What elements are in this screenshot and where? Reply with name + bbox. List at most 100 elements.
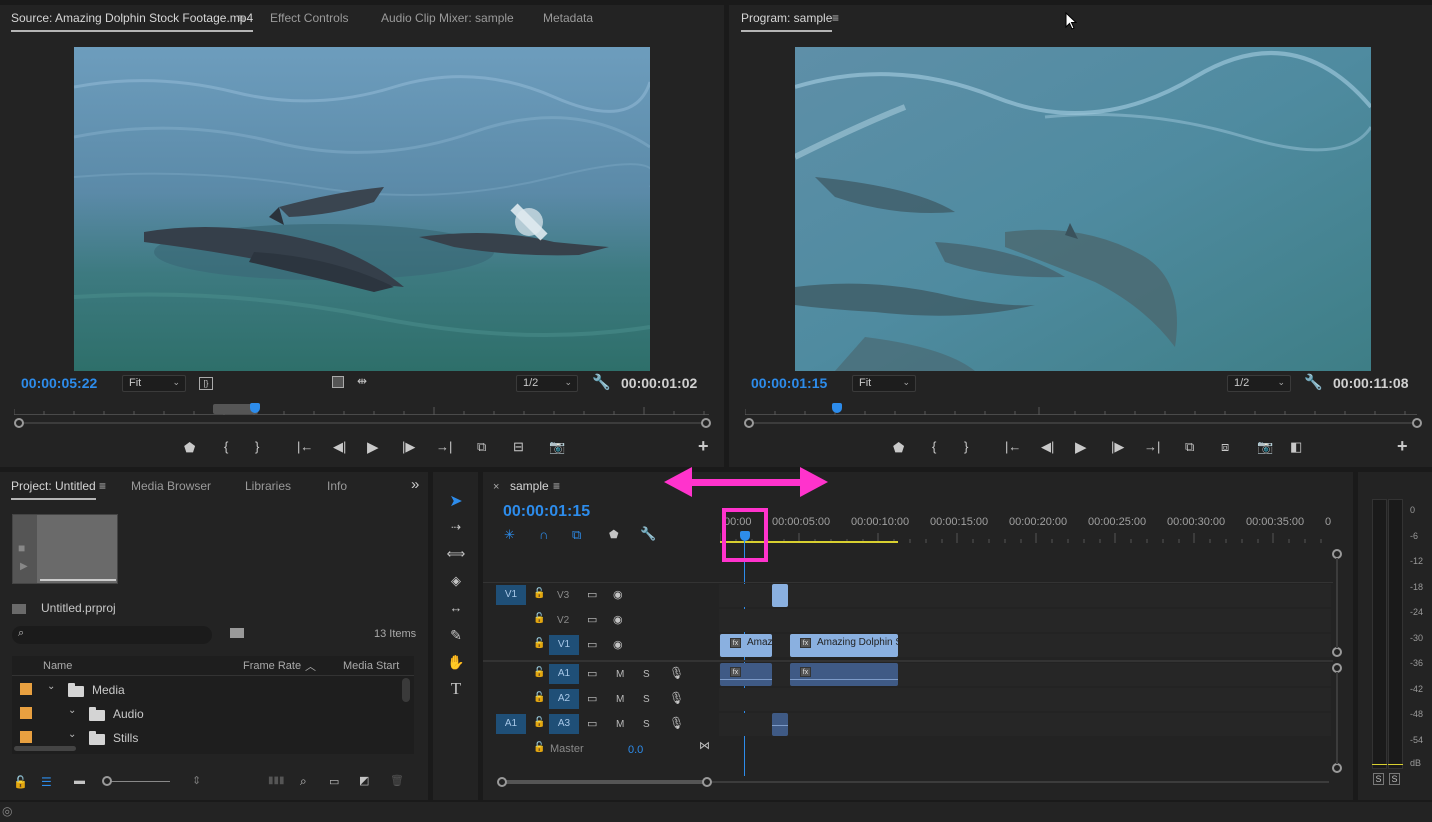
export-frame-icon[interactable]: [} — [199, 377, 213, 390]
mute-button[interactable]: M — [616, 669, 624, 680]
new-bin-icon[interactable]: ▭ — [329, 775, 339, 788]
audio-scrollbar[interactable] — [1336, 672, 1338, 764]
drag-video-icon[interactable]: ⇹ — [357, 374, 367, 388]
plus-icon[interactable]: + — [698, 436, 709, 457]
audio-zoom-handle-bottom[interactable] — [1332, 763, 1342, 773]
slip-tool-icon[interactable]: ↔ — [446, 600, 466, 615]
source-timecode[interactable]: 00:00:05:22 — [21, 375, 97, 391]
camera-icon[interactable]: 📷 — [1257, 439, 1273, 455]
master-volume[interactable]: 0.0 — [628, 744, 643, 756]
audio-clip-a3[interactable] — [772, 713, 788, 736]
video-clip-v1-short[interactable]: fx Amaz — [720, 634, 772, 657]
pen-tool-icon[interactable]: ✎ — [446, 627, 466, 644]
step-forward-icon[interactable]: |▶ — [402, 439, 415, 455]
solo-button[interactable]: S — [643, 694, 650, 705]
program-timecode[interactable]: 00:00:01:15 — [751, 375, 827, 391]
tab-source[interactable]: Source: Amazing Dolphin Stock Footage.mp… — [11, 11, 254, 32]
list-item[interactable]: ⌄ Stills — [12, 726, 414, 748]
mute-button[interactable]: M — [616, 719, 624, 730]
step-back-icon[interactable]: ◀| — [1041, 439, 1054, 455]
track-target-a1[interactable]: A1 — [549, 664, 579, 684]
sync-lock-icon[interactable]: ▭ — [587, 588, 597, 601]
mute-button[interactable]: M — [616, 694, 624, 705]
new-item-icon[interactable]: ◩ — [359, 774, 369, 787]
extract-icon[interactable]: ⧈ — [1221, 439, 1229, 455]
solo-left-button[interactable]: S — [1373, 773, 1384, 785]
automate-to-sequence-icon[interactable]: ▮▮▮ — [268, 775, 285, 786]
comparison-view-icon[interactable]: ◧ — [1290, 439, 1302, 455]
go-to-out-icon[interactable]: →| — [436, 439, 452, 454]
find-icon[interactable]: ⌕ — [300, 774, 307, 789]
play-icon[interactable]: ▶ — [367, 438, 379, 456]
horizontal-scrollbar[interactable] — [14, 746, 76, 751]
zoom-slider[interactable] — [106, 781, 170, 782]
mark-in-icon[interactable]: { — [224, 439, 228, 454]
mark-out-icon[interactable]: } — [255, 439, 259, 454]
lock-icon[interactable]: 🔓 — [533, 742, 545, 753]
track-name[interactable]: V2 — [557, 615, 569, 626]
menu-icon[interactable]: ≡ — [99, 479, 106, 493]
sync-lock-icon[interactable]: ▭ — [587, 717, 597, 730]
menu-icon[interactable]: ≡ — [553, 479, 560, 493]
tab-project[interactable]: Project: Untitled — [11, 479, 96, 500]
sync-lock-icon[interactable]: ▭ — [587, 613, 597, 626]
tab-audio-clip-mixer[interactable]: Audio Clip Mixer: sample — [381, 11, 514, 25]
lock-icon[interactable]: 🔓 — [533, 717, 545, 728]
go-to-out-icon[interactable]: →| — [1144, 439, 1160, 454]
label-color-swatch[interactable] — [20, 731, 32, 743]
lock-icon[interactable]: 🔓 — [533, 613, 545, 624]
source-time-ruler[interactable] — [14, 403, 709, 415]
track-target-v1[interactable]: V1 — [549, 635, 579, 655]
microphone-icon[interactable]: 🎙 — [669, 691, 684, 705]
eye-icon[interactable]: ◉ — [613, 613, 623, 626]
program-resolution-dropdown[interactable]: 1/2 ⌄ — [1227, 375, 1291, 392]
new-search-bin-icon[interactable] — [230, 628, 244, 638]
timeline-zoom-left-handle[interactable] — [497, 777, 507, 787]
track-target-a2[interactable]: A2 — [549, 689, 579, 709]
source-zoom-left-handle[interactable] — [14, 418, 24, 428]
timeline-zoom-right-handle[interactable] — [702, 777, 712, 787]
chevron-down-icon[interactable]: ⌄ — [68, 705, 76, 716]
tab-info[interactable]: Info — [327, 479, 347, 493]
column-header-frame-rate[interactable]: Frame Rate — [243, 660, 301, 672]
linked-selection-icon[interactable]: ⧉ — [572, 527, 581, 543]
snap-icon[interactable]: ∩ — [539, 527, 548, 542]
source-zoom-right-handle[interactable] — [701, 418, 711, 428]
type-tool-icon[interactable]: T — [446, 679, 466, 699]
settings-icon[interactable] — [332, 376, 344, 388]
hand-tool-icon[interactable]: ✋ — [446, 654, 466, 671]
tab-libraries[interactable]: Libraries — [245, 479, 291, 493]
microphone-icon[interactable]: 🎙 — [669, 666, 684, 680]
solo-right-button[interactable]: S — [1389, 773, 1400, 785]
label-color-swatch[interactable] — [20, 707, 32, 719]
source-patch-v1[interactable]: V1 — [496, 585, 526, 605]
timeline-timecode[interactable]: 00:00:01:15 — [503, 503, 590, 521]
list-view-icon[interactable]: ☰ — [41, 775, 52, 789]
timeline-zoom-range[interactable] — [503, 780, 707, 784]
source-resolution-dropdown[interactable]: 1/2 ⌄ — [516, 375, 578, 392]
track-name[interactable]: V3 — [557, 590, 569, 601]
sync-lock-icon[interactable]: ▭ — [587, 638, 597, 651]
video-zoom-handle-bottom[interactable] — [1332, 647, 1342, 657]
video-scrollbar[interactable] — [1336, 558, 1338, 648]
video-clip-v3[interactable] — [772, 584, 788, 607]
tab-program[interactable]: Program: sample — [741, 11, 833, 32]
sort-ascending-icon[interactable]: ︿ — [305, 658, 316, 674]
fx-badge[interactable]: fx — [730, 638, 741, 648]
selection-tool-icon[interactable]: ➤ — [446, 491, 466, 511]
tab-metadata[interactable]: Metadata — [543, 11, 593, 25]
ripple-edit-tool-icon[interactable]: ⟺ — [446, 546, 466, 562]
search-input[interactable]: ⌕ — [12, 626, 212, 644]
lock-icon[interactable]: 🔓 — [533, 638, 545, 649]
mark-out-icon[interactable]: } — [964, 439, 968, 454]
source-fit-dropdown[interactable]: Fit ⌄ — [122, 375, 186, 392]
go-to-edit-icon[interactable]: ⋈ — [699, 739, 710, 752]
marker-icon[interactable]: ⬟ — [184, 440, 195, 456]
program-zoom-right-handle[interactable] — [1412, 418, 1422, 428]
timeline-ruler[interactable]: 00:00 00:00:05:00 00:00:10:00 00:00:15:0… — [720, 516, 1332, 548]
marker-icon[interactable]: ⬟ — [893, 440, 904, 456]
trash-icon[interactable]: 🗑 — [390, 774, 404, 787]
list-item[interactable]: ⌄ Media — [12, 678, 414, 700]
wrench-icon[interactable]: 🔧 — [592, 373, 611, 391]
sync-lock-icon[interactable]: ▭ — [587, 667, 597, 680]
